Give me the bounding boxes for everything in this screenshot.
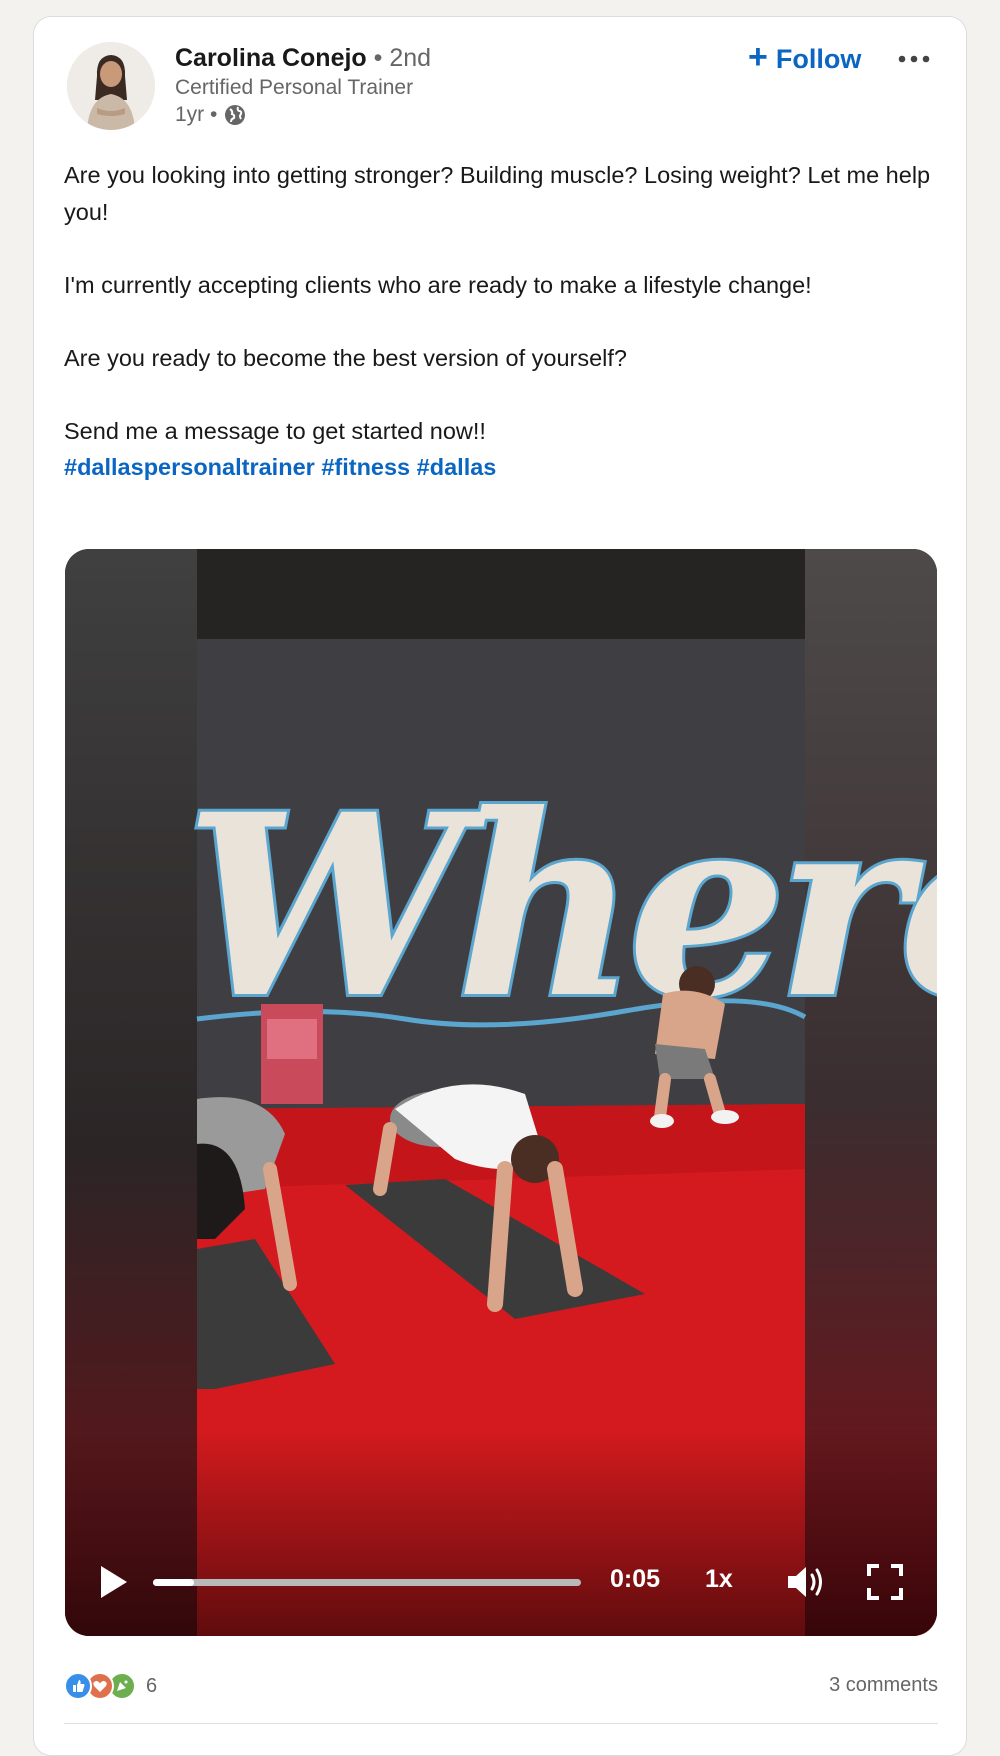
- author-photo: [67, 42, 155, 130]
- post-paragraph: Send me a message to get started now!!: [64, 417, 486, 444]
- video-progress-fill: [153, 1579, 194, 1586]
- globe-icon: [223, 103, 247, 127]
- playback-speed-button[interactable]: 1x: [705, 1565, 733, 1594]
- feed-post-card: Carolina Conejo • 2nd Certified Personal…: [33, 16, 967, 1756]
- post-body: Are you looking into getting stronger? B…: [64, 157, 944, 486]
- video-controls: 0:05 1x: [65, 1526, 937, 1636]
- follow-button[interactable]: + Follow: [738, 37, 871, 81]
- more-horizontal-icon: [898, 55, 930, 63]
- author-avatar[interactable]: [67, 42, 155, 130]
- author-name-text[interactable]: Carolina Conejo: [175, 44, 367, 72]
- video-frame: Where: [65, 549, 937, 1636]
- reaction-icons: [64, 1672, 138, 1700]
- post-paragraph: Are you looking into getting stronger? B…: [64, 162, 931, 225]
- hashtag-list: #dallaspersonaltrainer #fitness #dallas: [64, 449, 944, 486]
- fullscreen-button[interactable]: [865, 1562, 905, 1602]
- follow-label: Follow: [775, 43, 862, 74]
- volume-button[interactable]: [785, 1563, 829, 1601]
- more-options-button[interactable]: [892, 39, 936, 79]
- fullscreen-icon: [867, 1564, 903, 1600]
- hashtag-link[interactable]: #dallas: [417, 454, 497, 480]
- author-headline: Certified Personal Trainer: [175, 76, 414, 99]
- volume-icon: [788, 1567, 822, 1597]
- play-button[interactable]: [93, 1562, 133, 1602]
- reactions-summary[interactable]: 6: [64, 1672, 157, 1700]
- post-meta: 1yr •: [175, 103, 247, 127]
- plus-icon: +: [748, 38, 768, 76]
- post-age: 1yr •: [175, 103, 218, 126]
- hashtag-link[interactable]: #fitness: [321, 454, 410, 480]
- like-icon: [64, 1672, 92, 1700]
- video-player[interactable]: Where: [65, 549, 937, 1636]
- connection-degree: • 2nd: [366, 44, 432, 72]
- author-name[interactable]: Carolina Conejo • 2nd: [175, 44, 431, 73]
- video-progress-bar[interactable]: [153, 1579, 581, 1586]
- comments-count-link[interactable]: 3 comments: [829, 1674, 938, 1697]
- post-paragraph: I'm currently accepting clients who are …: [64, 271, 812, 298]
- video-time: 0:05: [610, 1565, 661, 1593]
- play-icon: [101, 1566, 127, 1598]
- reaction-count: 6: [146, 1674, 158, 1697]
- hashtag-link[interactable]: #dallaspersonaltrainer: [64, 454, 315, 480]
- post-paragraph: Are you ready to become the best version…: [64, 344, 628, 371]
